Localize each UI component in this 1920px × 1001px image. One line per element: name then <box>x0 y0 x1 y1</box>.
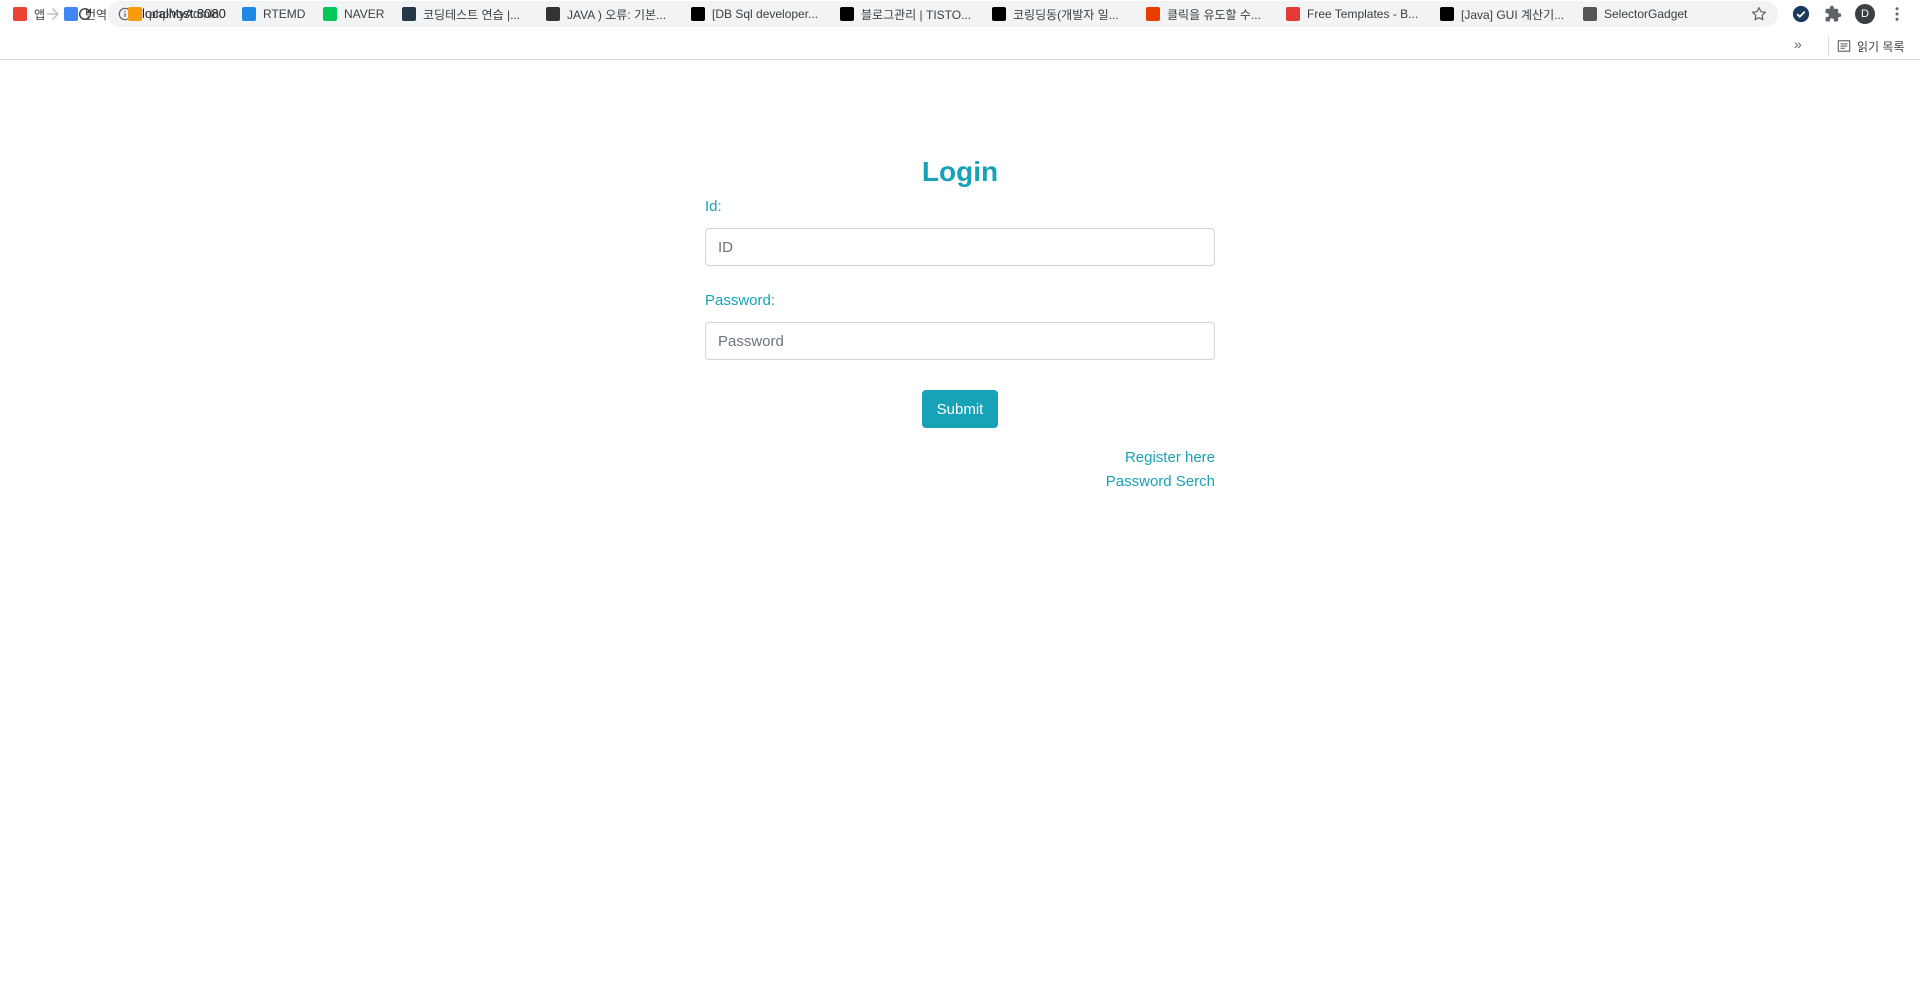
bookmark-label: 앱 <box>34 7 46 22</box>
bookmark-item[interactable]: 클릭을 유도할 수... <box>1146 4 1261 24</box>
id-label: Id: <box>705 198 722 215</box>
bookmark-item[interactable]: 코딩테스트 연습 |... <box>402 4 520 24</box>
bookmark-item[interactable]: SelectorGadget <box>1583 4 1687 24</box>
check-circle-icon <box>1792 5 1810 23</box>
bookmark-label: RTEMD <box>263 7 306 21</box>
tistory-icon <box>691 7 705 21</box>
keyboard-icon <box>546 7 560 21</box>
more-vertical-icon <box>1895 7 1899 21</box>
arrow-right-icon <box>47 8 59 20</box>
template-icon <box>1286 7 1300 21</box>
login-form: Login Id: Password: Submit Register here… <box>705 150 1215 490</box>
office-icon <box>1146 7 1160 21</box>
profile-avatar[interactable]: D <box>1855 4 1875 24</box>
register-link[interactable]: Register here <box>1106 446 1215 470</box>
bookmark-label: [DB Sql developer... <box>712 7 819 21</box>
bookmark-label: 블로그관리 | TISTO... <box>861 7 972 22</box>
tistory-icon <box>1440 7 1454 21</box>
bookmarks-bar <box>0 32 1920 60</box>
bookmark-label: 클릭을 유도할 수... <box>1167 7 1261 22</box>
password-search-link[interactable]: Password Serch <box>1106 470 1215 494</box>
page-title: Login <box>921 156 999 187</box>
extensions-button[interactable] <box>1823 4 1843 24</box>
bookmark-item[interactable]: [DB Sql developer... <box>691 4 818 24</box>
bookmark-label: SelectorGadget <box>1604 7 1688 21</box>
naver-icon <box>323 7 337 21</box>
apps-grid-icon <box>13 7 27 21</box>
bookmark-label: 코링딩동(개발자 일... <box>1013 7 1119 22</box>
password-label: Password: <box>705 292 776 309</box>
phpmyadmin-icon <box>128 7 142 21</box>
programmers-icon <box>402 7 416 21</box>
selectorgadget-icon <box>1583 7 1597 21</box>
password-input[interactable] <box>705 322 1215 360</box>
browser-menu-button[interactable] <box>1887 4 1907 24</box>
rtemd-icon <box>242 7 256 21</box>
reading-list-button[interactable]: 읽기 목록 <box>1828 36 1905 56</box>
bookmark-item[interactable]: JAVA ) 오류: 기본... <box>546 4 666 24</box>
bookmark-item[interactable]: RTEMD <box>242 4 305 24</box>
bookmark-star-icon[interactable] <box>1750 5 1768 23</box>
bookmark-item[interactable]: [Java] GUI 계산기... <box>1440 4 1564 24</box>
bookmark-item[interactable]: Free Templates - B... <box>1286 4 1418 24</box>
bookmark-item[interactable]: NAVER <box>323 4 384 24</box>
bookmark-label: 번역 <box>85 7 108 22</box>
submit-button[interactable]: Submit <box>922 390 998 428</box>
google-translate-icon <box>64 7 78 21</box>
bookmark-item[interactable]: 번역 <box>64 4 107 24</box>
reading-list-icon <box>1837 40 1851 52</box>
tistory-icon <box>992 7 1006 21</box>
bookmark-label: JAVA ) 오류: 기본... <box>567 7 667 22</box>
tistory-icon <box>840 7 854 21</box>
extension-check-button[interactable] <box>1791 4 1811 24</box>
bookmark-label: 코딩테스트 연습 |... <box>423 7 521 22</box>
bookmark-item[interactable]: phpMyAdmin <box>128 4 219 24</box>
auth-links: Register here Password Serch <box>1106 446 1215 494</box>
bookmark-item[interactable]: 앱 <box>13 4 45 24</box>
bookmarks-more-button[interactable]: » <box>1794 36 1802 52</box>
bookmark-label: NAVER <box>344 7 385 21</box>
bookmark-label: phpMyAdmin <box>149 7 220 21</box>
bookmark-item[interactable]: 코링딩동(개발자 일... <box>992 4 1119 24</box>
bookmark-label: Free Templates - B... <box>1307 7 1419 21</box>
bookmark-item[interactable]: 블로그관리 | TISTO... <box>840 4 971 24</box>
bookmark-label: [Java] GUI 계산기... <box>1461 7 1565 22</box>
id-input[interactable] <box>705 228 1215 266</box>
reading-list-label: 읽기 목록 <box>1857 39 1905 54</box>
puzzle-icon <box>1825 5 1842 22</box>
